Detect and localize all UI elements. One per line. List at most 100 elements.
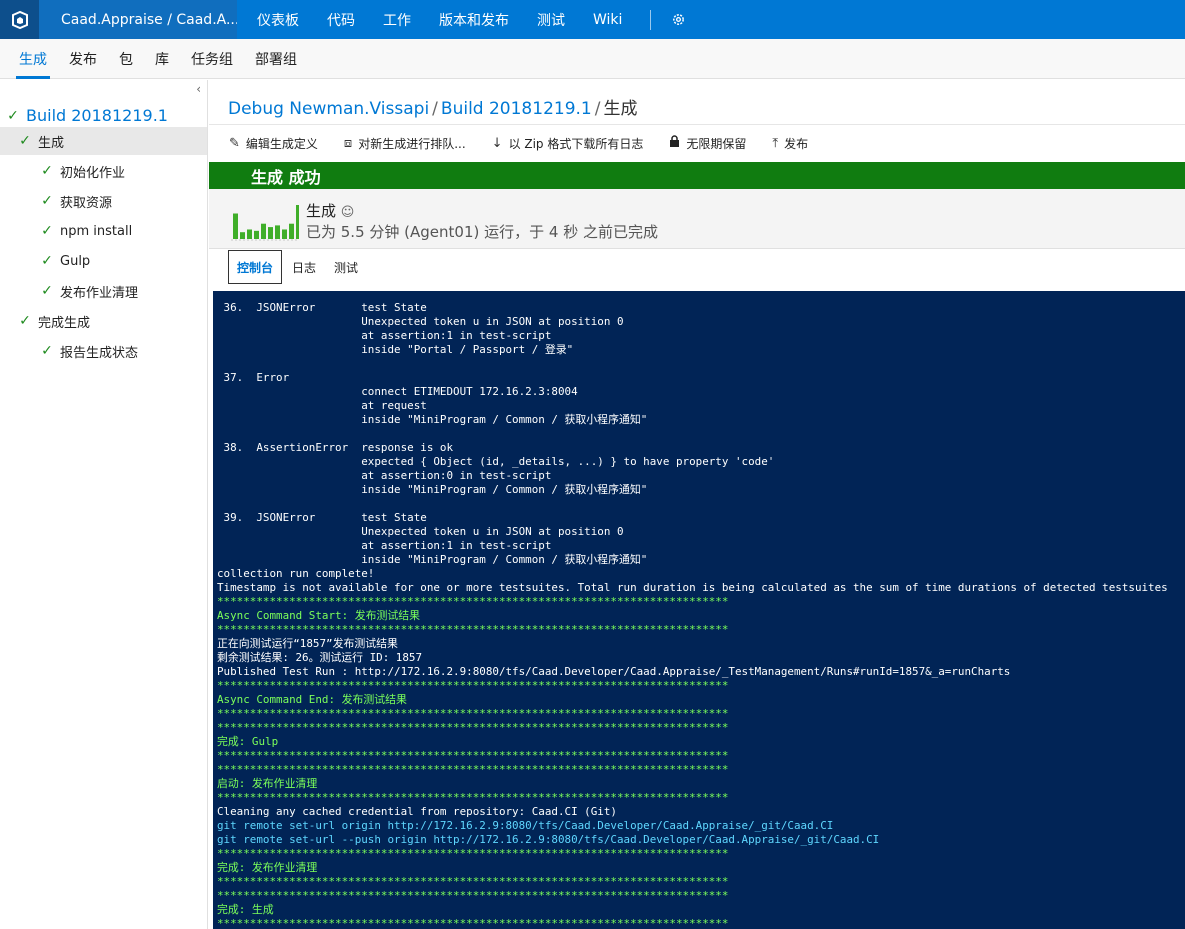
- summary-subtitle: 已为 5.5 分钟 (Agent01) 运行，于 4 秒 之前已完成: [306, 223, 658, 241]
- nav-dashboard[interactable]: 仪表板: [243, 0, 313, 39]
- project-selector[interactable]: Caad.Appraise / Caad.A... ⌵: [39, 0, 237, 39]
- history-bar[interactable]: [282, 229, 287, 239]
- nav-code[interactable]: 代码: [313, 0, 369, 39]
- build-title[interactable]: ✓ Build 20181219.1: [6, 106, 168, 125]
- tab-packages[interactable]: 包: [108, 39, 144, 79]
- success-check-icon: ✓: [19, 313, 31, 329]
- sidebar-item-label: 生成: [38, 135, 65, 151]
- console-line: expected { Object (id, _details, ...) } …: [217, 455, 775, 468]
- history-bar[interactable]: [240, 232, 245, 239]
- top-nav: 仪表板 代码 工作 版本和发布 测试 Wiki: [243, 0, 692, 39]
- history-bar[interactable]: [261, 223, 266, 239]
- breadcrumb: Debug Newman.Vissapi / Build 20181219.1/生成: [228, 99, 638, 119]
- console-line: collection run complete!: [217, 567, 375, 580]
- console-line: Cleaning any cached credential from repo…: [217, 805, 617, 818]
- tab-builds[interactable]: 生成: [8, 39, 58, 79]
- console-line: ****************************************…: [217, 679, 729, 692]
- build-toolbar: ✎ 编辑生成定义 ⧈ 对新生成进行排队... ↓ 以 Zip 格式下载所有日志 …: [209, 124, 1185, 162]
- vsts-logo-icon[interactable]: [0, 0, 39, 39]
- download-logs-label: 以 Zip 格式下载所有日志: [508, 137, 644, 151]
- console-line: git remote set-url origin http://172.16.…: [217, 819, 834, 832]
- breadcrumb-build[interactable]: Build 20181219.1: [441, 99, 592, 119]
- main-content: Debug Newman.Vissapi / Build 20181219.1/生成…: [209, 80, 1185, 929]
- console-line: at request: [217, 399, 427, 412]
- history-bar[interactable]: [254, 230, 259, 239]
- console-line: ****************************************…: [217, 791, 729, 804]
- console-line: Async Command Start: 发布测试结果: [217, 609, 421, 622]
- sidebar-item-report-build-status[interactable]: ✓ 报告生成状态: [40, 337, 138, 365]
- console-line: inside "MiniProgram / Common / 获取小程序通知": [217, 483, 648, 496]
- console-line: ****************************************…: [217, 875, 729, 888]
- build-status-banner: 生成 成功: [209, 162, 1185, 189]
- history-bar[interactable]: [275, 225, 280, 239]
- tab-task-groups[interactable]: 任务组: [180, 39, 244, 79]
- queue-build-button[interactable]: ⧈ 对新生成进行排队...: [344, 135, 466, 152]
- top-bar: Caad.Appraise / Caad.A... ⌵ 仪表板 代码 工作 版本…: [0, 0, 1185, 39]
- sidebar-item-label: 获取资源: [60, 195, 113, 211]
- download-logs-button[interactable]: ↓ 以 Zip 格式下载所有日志: [492, 135, 644, 152]
- collapse-icon[interactable]: ‹: [196, 82, 201, 96]
- nav-test[interactable]: 测试: [523, 0, 579, 39]
- release-button[interactable]: ⤒ 发布: [772, 135, 808, 152]
- build-history-chart[interactable]: [231, 197, 299, 241]
- console-line: 剩余测试结果: 26。测试运行 ID: 1857: [217, 651, 423, 664]
- history-bar[interactable]: [289, 223, 294, 239]
- console-line: ****************************************…: [217, 707, 729, 720]
- sidebar-item-initialize-job[interactable]: ✓ 初始化作业: [40, 157, 125, 185]
- console-line: at assertion:1 in test-script: [217, 329, 552, 342]
- history-bar[interactable]: [268, 227, 273, 239]
- console-line: 启动: 发布作业清理: [217, 777, 318, 790]
- success-check-icon: ✓: [41, 283, 53, 299]
- sidebar-item-gulp[interactable]: ✓ Gulp: [40, 247, 90, 275]
- success-check-icon: ✓: [19, 133, 31, 149]
- tab-library[interactable]: 库: [144, 39, 180, 79]
- console-line: 完成: Gulp: [217, 735, 279, 748]
- sidebar-item-label: 完成生成: [38, 315, 91, 331]
- sidebar-item-label: npm install: [60, 223, 133, 239]
- history-bar[interactable]: [296, 205, 299, 239]
- console-line: ****************************************…: [217, 889, 729, 902]
- console-output[interactable]: 36. JSONError test State Unexpected toke…: [213, 291, 1185, 929]
- edit-definition-label: 编辑生成定义: [245, 137, 318, 151]
- console-line: at assertion:1 in test-script: [217, 539, 552, 552]
- tab-tests[interactable]: 测试: [326, 251, 366, 283]
- summary-title-text: 生成: [306, 202, 337, 220]
- nav-work[interactable]: 工作: [369, 0, 425, 39]
- console-line: Async Command End: 发布测试结果: [217, 693, 407, 706]
- tab-logs[interactable]: 日志: [284, 251, 324, 283]
- console-line: 36. JSONError test State: [217, 301, 427, 314]
- sidebar-item-post-job-cleanup[interactable]: ✓ 发布作业清理: [40, 277, 138, 305]
- sidebar-item-label: 发布作业清理: [60, 285, 139, 301]
- console-line: Unexpected token u in JSON at position 0: [217, 315, 624, 328]
- retain-label: 无限期保留: [686, 137, 747, 151]
- breadcrumb-definition[interactable]: Debug Newman.Vissapi: [228, 99, 429, 119]
- sidebar-item-finalize-build[interactable]: ✓ 完成生成: [18, 307, 90, 335]
- tab-deployment-groups[interactable]: 部署组: [244, 39, 308, 79]
- sidebar-item-build[interactable]: ✓ 生成: [0, 127, 207, 155]
- console-line: inside "MiniProgram / Common / 获取小程序通知": [217, 553, 648, 566]
- sidebar-item-label: 报告生成状态: [60, 345, 139, 361]
- queue-build-label: 对新生成进行排队...: [358, 137, 466, 151]
- edit-definition-button[interactable]: ✎ 编辑生成定义: [229, 135, 318, 152]
- console-line: ****************************************…: [217, 763, 729, 776]
- history-bar[interactable]: [233, 213, 238, 240]
- history-bar[interactable]: [247, 229, 252, 239]
- console-line: ****************************************…: [217, 721, 729, 734]
- tab-console[interactable]: 控制台: [228, 250, 283, 284]
- sidebar-item-get-sources[interactable]: ✓ 获取资源: [40, 187, 112, 215]
- console-line: ****************************************…: [217, 623, 729, 636]
- console-line: 完成: 发布作业清理: [217, 861, 318, 874]
- nav-build-release[interactable]: 版本和发布: [425, 0, 523, 39]
- nav-wiki[interactable]: Wiki: [579, 0, 636, 39]
- sidebar-item-npm-install[interactable]: ✓ npm install: [40, 217, 132, 245]
- console-line: ****************************************…: [217, 749, 729, 762]
- retain-indefinitely-button[interactable]: 无限期保留: [669, 135, 746, 152]
- release-label: 发布: [784, 137, 809, 151]
- success-check-icon: ✓: [41, 253, 53, 269]
- success-check-icon: ✓: [7, 107, 19, 124]
- tab-releases[interactable]: 发布: [58, 39, 108, 79]
- gear-icon[interactable]: [665, 0, 692, 39]
- hub-tabs: 生成 发布 包 库 任务组 部署组: [0, 39, 1185, 79]
